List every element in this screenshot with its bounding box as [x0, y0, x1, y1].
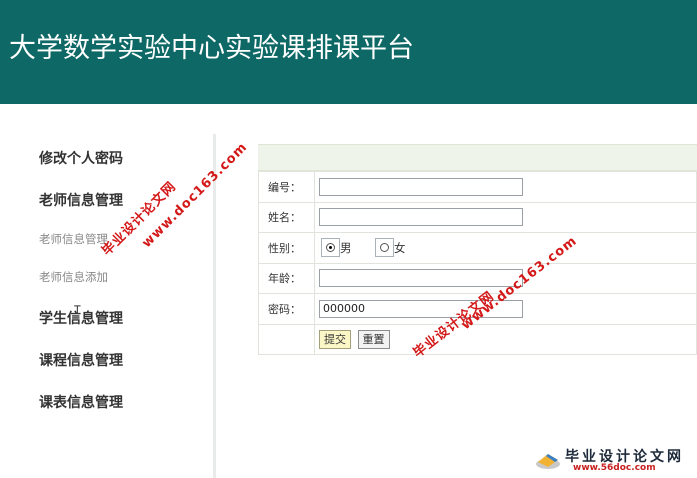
- form-row-name: 姓名：: [258, 201, 697, 233]
- id-input[interactable]: [319, 177, 523, 196]
- text-cursor-icon: Ɪ: [74, 303, 81, 317]
- name-label: 姓名：: [258, 201, 315, 233]
- gender-female-label: 女: [394, 240, 406, 255]
- gender-label: 性别：: [258, 232, 315, 264]
- gender-female-radio[interactable]: [375, 238, 394, 258]
- id-label: 编号：: [258, 171, 315, 203]
- password-label: 密码：: [258, 293, 315, 325]
- gender-male-radio[interactable]: [321, 238, 340, 258]
- form-row-gender: 性别： 男 女: [258, 232, 697, 264]
- name-input[interactable]: [319, 208, 523, 227]
- form-header-bar: [258, 144, 697, 171]
- age-label: 年龄：: [258, 262, 315, 294]
- app-header: 大学数学实验中心实验课排课平台: [0, 0, 697, 104]
- sidebar-item-student-management[interactable]: 学生信息管理: [39, 308, 123, 328]
- sidebar-item-course-management[interactable]: 课程信息管理: [39, 350, 123, 370]
- logo-url: www.56doc.com: [573, 463, 656, 473]
- sidebar-subitem-teacher-add[interactable]: 老师信息添加: [39, 269, 108, 285]
- site-logo: 毕业设计论文网 www.56doc.com: [531, 444, 691, 474]
- radio-checked-icon: [326, 243, 335, 253]
- form-row-actions: 提交 重置: [258, 323, 697, 355]
- submit-button[interactable]: 提交: [319, 329, 351, 349]
- sidebar-item-schedule-management[interactable]: 课表信息管理: [39, 392, 123, 412]
- form-row-age: 年龄：: [258, 262, 697, 294]
- form-row-id: 编号：: [258, 171, 697, 203]
- sidebar-item-change-password[interactable]: 修改个人密码: [39, 148, 123, 168]
- radio-unchecked-icon: [380, 243, 389, 253]
- sidebar-item-teacher-management[interactable]: 老师信息管理: [39, 190, 123, 210]
- app-title: 大学数学实验中心实验课排课平台: [9, 33, 414, 64]
- gender-male-label: 男: [340, 240, 352, 255]
- teacher-form: 编号： 姓名： 性别： 男 女 年龄： 密码： 提交 重置: [258, 171, 697, 355]
- age-input[interactable]: [319, 269, 523, 288]
- book-logo-icon: [536, 454, 560, 469]
- sidebar: [0, 134, 213, 478]
- reset-button[interactable]: 重置: [357, 329, 390, 349]
